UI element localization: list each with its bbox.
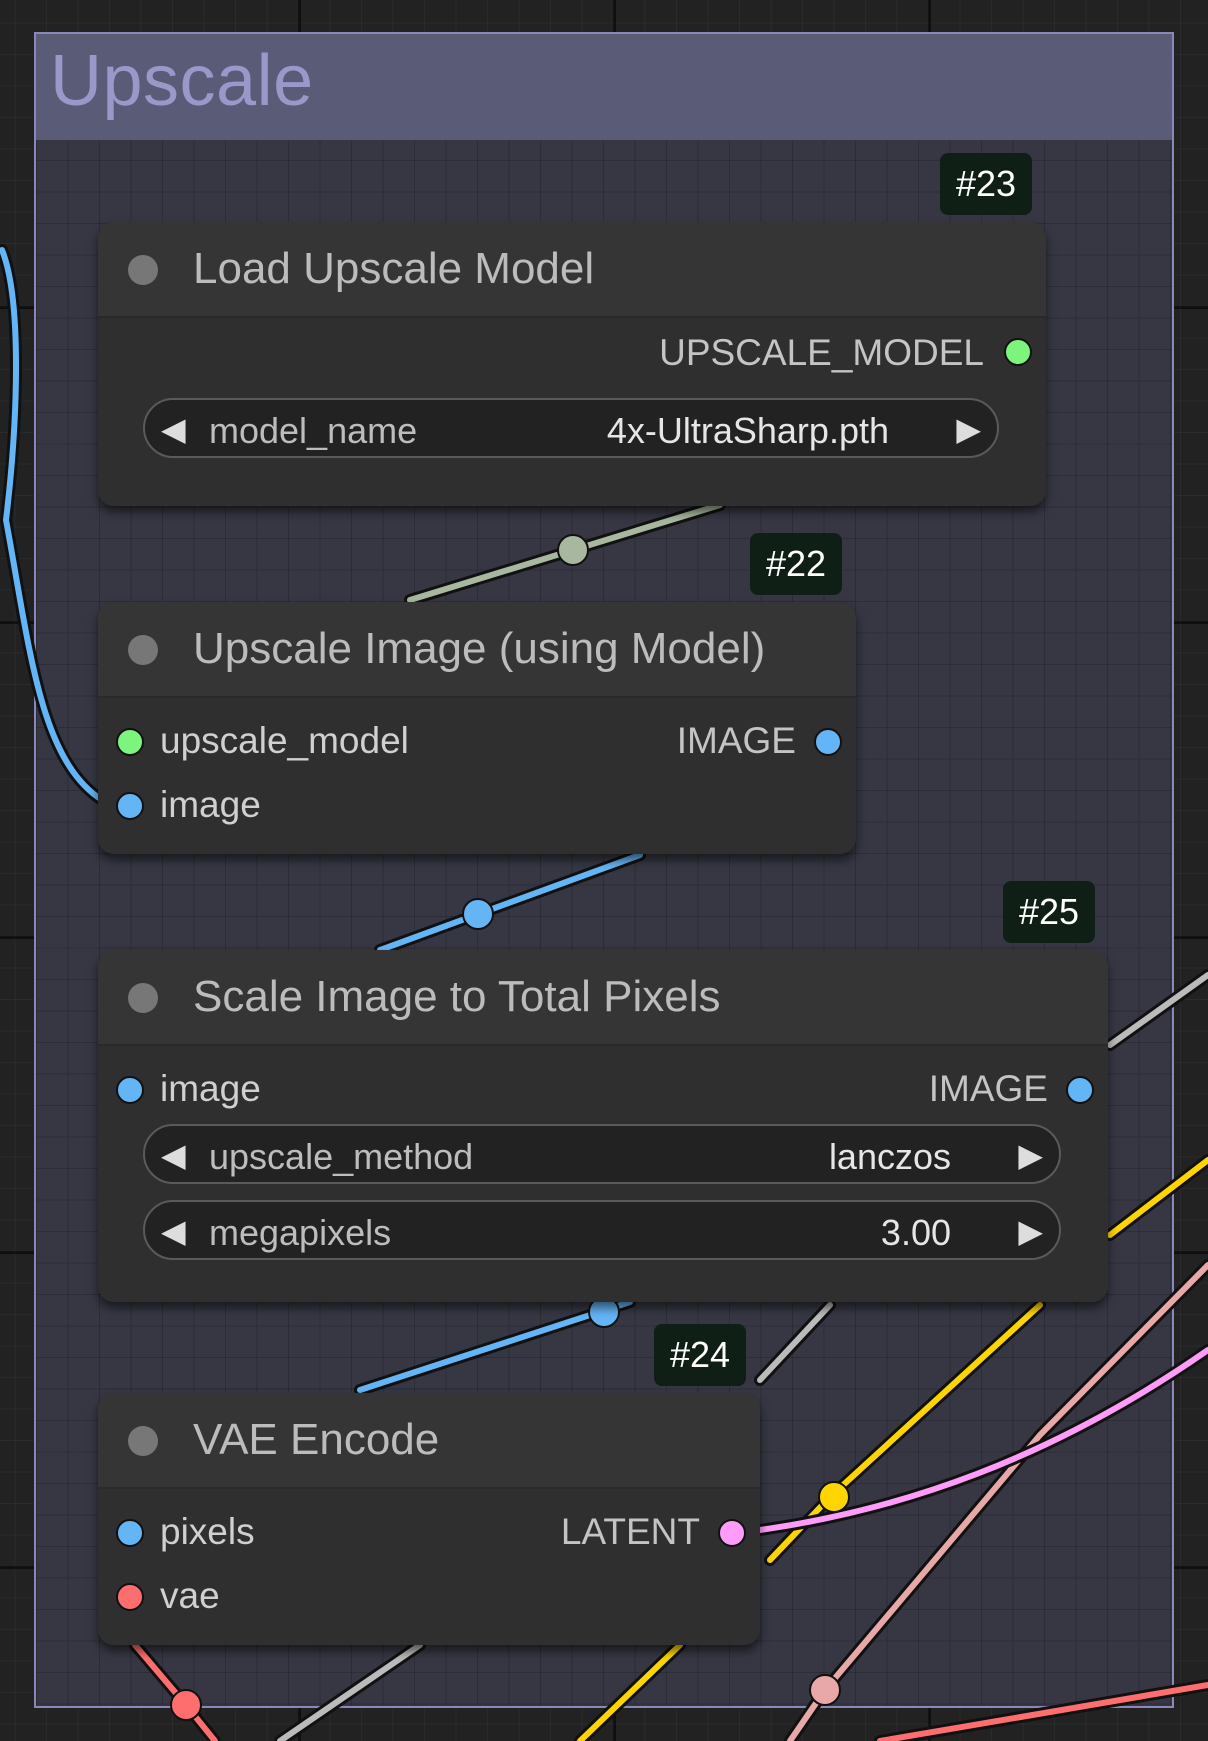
node-scale-image-total-pixels[interactable]: Scale Image to Total Pixels image IMAGE … <box>98 950 1108 1302</box>
decrement-arrow-icon[interactable]: ◀ <box>161 1212 186 1250</box>
input-label-image: image <box>160 784 261 825</box>
widget-model-name[interactable]: ◀ model_name 4x-UltraSharp.pth ▶ <box>143 398 999 458</box>
output-dot-latent[interactable] <box>718 1519 746 1547</box>
wire-yellow-upper <box>1107 1157 1208 1238</box>
wire-yellow-lower <box>577 1642 683 1741</box>
node-vae-encode[interactable]: VAE Encode pixels vae LATENT <box>98 1393 760 1645</box>
output-dot-image[interactable] <box>814 728 842 756</box>
collapse-dot-icon[interactable] <box>128 255 158 285</box>
wire-knob-vae <box>170 1689 202 1721</box>
wire-knob-image-22 <box>462 898 494 930</box>
output-label-upscale-model: UPSCALE_MODEL <box>659 332 984 373</box>
increment-arrow-icon[interactable]: ▶ <box>956 410 981 448</box>
node-body: pixels vae LATENT <box>98 1489 760 1645</box>
input-label-pixels: pixels <box>160 1511 255 1552</box>
widget-value: 3.00 <box>880 1212 951 1253</box>
node-load-upscale-model[interactable]: Load Upscale Model UPSCALE_MODEL ◀ model… <box>98 222 1046 506</box>
increment-arrow-icon[interactable]: ▶ <box>1018 1212 1043 1250</box>
increment-arrow-icon[interactable]: ▶ <box>1018 1136 1043 1174</box>
wire-gray-upper <box>1107 972 1208 1048</box>
node-22-id-badge: #22 <box>750 533 843 595</box>
input-label-image: image <box>160 1068 261 1109</box>
widget-upscale-method[interactable]: ◀ upscale_method lanczos ▶ <box>143 1124 1061 1184</box>
wire-gray-mid <box>757 1302 833 1383</box>
wire-knob-yellow <box>818 1481 850 1513</box>
input-dot-image[interactable] <box>116 792 144 820</box>
widget-label: upscale_method <box>209 1136 474 1177</box>
wire-vae <box>132 1642 218 1741</box>
node-title: Scale Image to Total Pixels <box>193 972 721 1021</box>
output-label-image: IMAGE <box>676 720 796 761</box>
node-body: upscale_model image IMAGE <box>98 698 856 854</box>
node-title-bar[interactable]: Load Upscale Model <box>98 222 1046 318</box>
input-dot-pixels[interactable] <box>116 1519 144 1547</box>
input-label-vae: vae <box>160 1575 220 1616</box>
node-title-bar[interactable]: Upscale Image (using Model) <box>98 602 856 698</box>
wire-gray-lower <box>277 1642 423 1741</box>
decrement-arrow-icon[interactable]: ◀ <box>161 1136 186 1174</box>
input-dot-vae[interactable] <box>116 1583 144 1611</box>
node-23-id-badge: #23 <box>940 153 1033 215</box>
node-title-bar[interactable]: Scale Image to Total Pixels <box>98 950 1108 1046</box>
collapse-dot-icon[interactable] <box>128 635 158 665</box>
widget-value: 4x-UltraSharp.pth <box>606 410 889 451</box>
input-dot-upscale-model[interactable] <box>116 728 144 756</box>
input-dot-image[interactable] <box>116 1076 144 1104</box>
widget-value: lanczos <box>828 1136 951 1177</box>
node-title: VAE Encode <box>193 1415 440 1464</box>
node-25-id-badge: #25 <box>1003 881 1096 943</box>
collapse-dot-icon[interactable] <box>128 983 158 1013</box>
input-label-upscale-model: upscale_model <box>160 720 409 761</box>
node-upscale-image[interactable]: Upscale Image (using Model) upscale_mode… <box>98 602 856 854</box>
output-dot-image[interactable] <box>1066 1076 1094 1104</box>
wire-image-22-25 <box>377 852 643 953</box>
widget-label: megapixels <box>209 1212 392 1253</box>
widget-megapixels[interactable]: ◀ megapixels 3.00 ▶ <box>143 1200 1061 1260</box>
wire-knob-model <box>557 534 589 566</box>
collapse-dot-icon[interactable] <box>128 1426 158 1456</box>
output-dot-upscale-model[interactable] <box>1004 338 1032 366</box>
node-24-id-badge: #24 <box>654 1324 747 1386</box>
wire-red-bottom-right <box>877 1682 1208 1741</box>
node-title: Load Upscale Model <box>193 244 595 293</box>
output-label-latent: LATENT <box>560 1511 700 1552</box>
decrement-arrow-icon[interactable]: ◀ <box>161 410 186 448</box>
output-label-image: IMAGE <box>928 1068 1048 1109</box>
wire-knob-pink <box>809 1674 841 1706</box>
node-title: Upscale Image (using Model) <box>193 624 766 673</box>
node-title-bar[interactable]: VAE Encode <box>98 1393 760 1489</box>
widget-label: model_name <box>209 410 418 451</box>
